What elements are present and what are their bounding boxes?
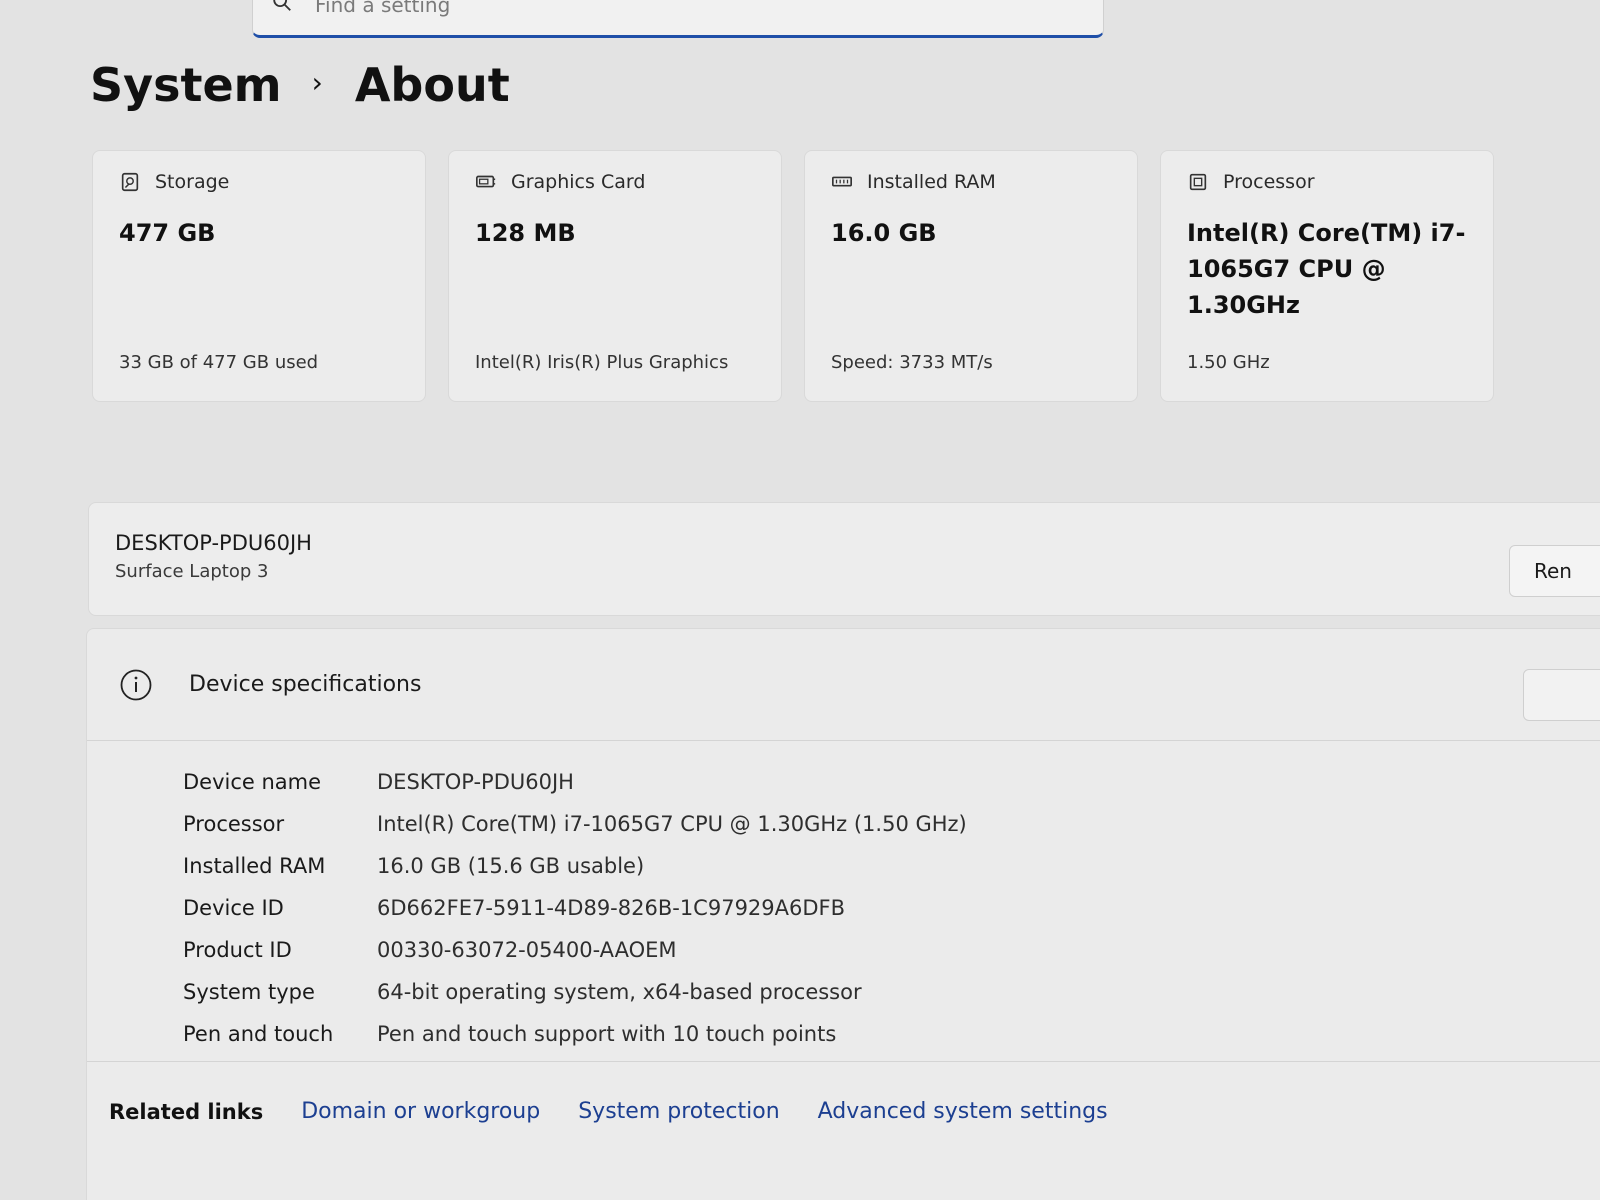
processor-value: Intel(R) Core(TM) i7-1065G7 CPU @ 1.30GH… xyxy=(1187,219,1466,319)
device-model: Surface Laptop 3 xyxy=(115,561,269,582)
spec-row-processor: Processor Intel(R) Core(TM) i7-1065G7 CP… xyxy=(183,803,1600,845)
spec-row-installed-ram: Installed RAM 16.0 GB (15.6 GB usable) xyxy=(183,845,1600,887)
spec-label: System type xyxy=(183,980,315,1004)
page-title: About xyxy=(354,58,510,112)
system-protection-link[interactable]: System protection xyxy=(578,1099,779,1124)
breadcrumb-separator: › xyxy=(311,65,323,99)
device-panel: DESKTOP-PDU60JH Surface Laptop 3 Ren xyxy=(88,502,1600,616)
graphics-card-label: Graphics Card xyxy=(511,171,646,193)
spec-value: 00330-63072-05400-AAOEM xyxy=(377,938,677,962)
installed-ram-card[interactable]: Installed RAM 16.0 GB Speed: 3733 MT/s xyxy=(804,150,1138,402)
installed-ram-value: 16.0 GB xyxy=(831,219,937,247)
spec-value: 64-bit operating system, x64-based proce… xyxy=(377,980,862,1004)
spec-label: Installed RAM xyxy=(183,854,326,878)
related-links-label: Related links xyxy=(109,1099,264,1124)
storage-value: 477 GB xyxy=(119,219,216,247)
processor-speed: 1.50 GHz xyxy=(1187,352,1270,373)
device-specifications-title: Device specifications xyxy=(189,672,422,697)
spec-value: 16.0 GB (15.6 GB usable) xyxy=(377,854,645,878)
spec-row-device-id: Device ID 6D662FE7-5911-4D89-826B-1C9792… xyxy=(183,887,1600,929)
spec-label: Product ID xyxy=(183,938,292,962)
ram-icon xyxy=(832,176,852,187)
device-name: DESKTOP-PDU60JH xyxy=(115,531,312,555)
rename-button[interactable]: Ren xyxy=(1509,545,1600,597)
device-specifications-panel: Device specifications Device name DESKTO… xyxy=(86,628,1600,1200)
storage-usage: 33 GB of 477 GB used xyxy=(119,352,319,373)
spec-label: Device ID xyxy=(183,896,284,920)
processor-label: Processor xyxy=(1223,171,1315,193)
domain-or-workgroup-link[interactable]: Domain or workgroup xyxy=(301,1099,540,1124)
spec-label: Processor xyxy=(183,812,285,836)
info-icon xyxy=(120,669,152,700)
ram-speed: Speed: 3733 MT/s xyxy=(831,352,993,373)
graphics-card-model: Intel(R) Iris(R) Plus Graphics xyxy=(475,352,729,373)
graphics-card-card[interactable]: Graphics Card 128 MB Intel(R) Iris(R) Pl… xyxy=(448,150,782,402)
spec-row-pen-and-touch: Pen and touch Pen and touch support with… xyxy=(183,1013,1600,1055)
spec-row-system-type: System type 64-bit operating system, x64… xyxy=(183,971,1600,1013)
installed-ram-label: Installed RAM xyxy=(867,171,996,193)
search-icon xyxy=(273,0,291,11)
spec-row-device-name: Device name DESKTOP-PDU60JH xyxy=(183,761,1600,803)
device-specifications-header[interactable]: Device specifications xyxy=(87,629,1600,741)
spec-label: Device name xyxy=(183,770,322,794)
storage-label: Storage xyxy=(155,171,230,193)
graphics-card-icon xyxy=(476,175,496,188)
spec-value: Pen and touch support with 10 touch poin… xyxy=(377,1022,837,1046)
graphics-card-value: 128 MB xyxy=(475,219,576,247)
related-links: Related links Domain or workgroup System… xyxy=(87,1061,1600,1161)
spec-label: Pen and touch xyxy=(183,1022,334,1046)
processor-icon xyxy=(1189,173,1207,191)
breadcrumb-parent[interactable]: System xyxy=(90,58,282,112)
search-input[interactable] xyxy=(315,0,915,17)
storage-icon xyxy=(121,172,139,192)
spec-value: 6D662FE7-5911-4D89-826B-1C97929A6DFB xyxy=(377,896,846,920)
breadcrumb: System › About xyxy=(90,58,510,112)
storage-card[interactable]: Storage 477 GB 33 GB of 477 GB used xyxy=(92,150,426,402)
copy-button[interactable] xyxy=(1523,669,1600,721)
spec-table: Device name DESKTOP-PDU60JH Processor In… xyxy=(87,741,1600,1055)
spec-value: DESKTOP-PDU60JH xyxy=(377,770,574,794)
spec-value: Intel(R) Core(TM) i7-1065G7 CPU @ 1.30GH… xyxy=(377,812,967,836)
spec-row-product-id: Product ID 00330-63072-05400-AAOEM xyxy=(183,929,1600,971)
advanced-system-settings-link[interactable]: Advanced system settings xyxy=(818,1099,1108,1124)
processor-card[interactable]: Processor Intel(R) Core(TM) i7-1065G7 CP… xyxy=(1160,150,1494,402)
search-box[interactable] xyxy=(252,0,1104,38)
summary-cards: Storage 477 GB 33 GB of 477 GB used Grap… xyxy=(92,150,1494,402)
